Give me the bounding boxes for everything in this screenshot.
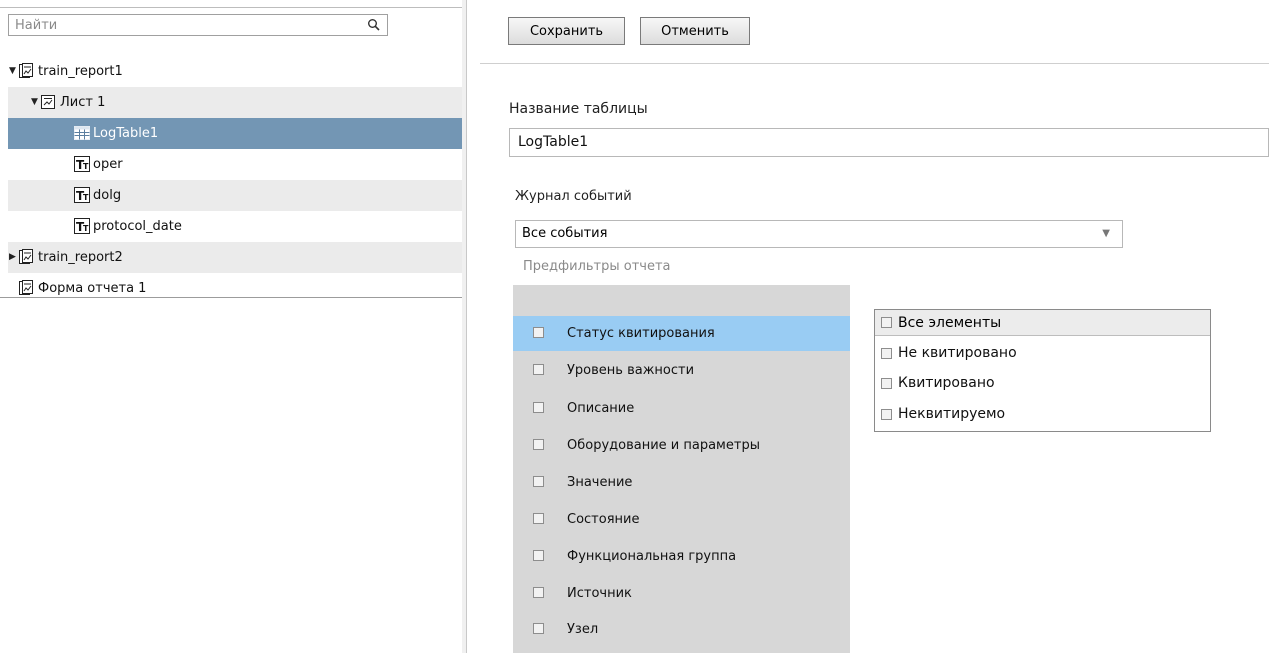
prefilters-label: Предфильтры отчета (523, 259, 671, 274)
filter-item-node[interactable]: Узел (513, 612, 850, 647)
filter-values-list: Все элементы Не квитировано Квитировано … (874, 309, 1211, 432)
svg-text:T: T (83, 224, 89, 233)
checkbox[interactable] (881, 378, 892, 389)
checkbox[interactable] (533, 364, 544, 375)
tree-item-label: Лист 1 (60, 95, 106, 110)
report-icon (19, 280, 33, 295)
filter-item-functional-group[interactable]: Функциональная группа (513, 539, 850, 574)
checkbox[interactable] (533, 476, 544, 487)
table-icon (74, 126, 90, 140)
checkbox[interactable] (533, 402, 544, 413)
cancel-button[interactable]: Отменить (640, 17, 750, 45)
tree-item-label: train_report2 (38, 250, 123, 265)
event-log-label: Журнал событий (515, 189, 632, 204)
tree-item-label: oper (93, 157, 123, 172)
search-icon[interactable] (367, 18, 381, 32)
checkbox[interactable] (533, 439, 544, 450)
table-name-label: Название таблицы (509, 101, 648, 117)
filter-item-label: Состояние (567, 512, 640, 527)
checkbox[interactable] (881, 317, 892, 328)
text-field-icon: T T (74, 218, 90, 234)
checkbox[interactable] (533, 587, 544, 598)
tree-item-oper[interactable]: T T oper (8, 149, 462, 180)
chevron-down-icon[interactable]: ▼ (1102, 221, 1110, 247)
tree-item-sheet1[interactable]: ▼ Лист 1 (8, 87, 462, 118)
report-tree: ▼ train_report1 ▼ Лист 1 LogTable1 T T o… (8, 56, 462, 304)
filter-item-source[interactable]: Источник (513, 576, 850, 611)
checkbox[interactable] (533, 513, 544, 524)
search-input[interactable] (9, 15, 355, 35)
filter-item-ack-status[interactable]: Статус квитирования (513, 316, 850, 351)
checkbox[interactable] (533, 550, 544, 561)
value-item-label: Неквитируемо (898, 406, 1006, 422)
filter-item-label: Уровень важности (567, 363, 695, 378)
checkbox[interactable] (881, 409, 892, 420)
report-icon (19, 249, 33, 264)
filter-item-equipment[interactable]: Оборудование и параметры (513, 428, 850, 463)
checkbox[interactable] (881, 348, 892, 359)
tree-item-report-form1[interactable]: Форма отчета 1 (8, 273, 462, 304)
checkbox[interactable] (533, 623, 544, 634)
filter-item-severity[interactable]: Уровень важности (513, 353, 850, 388)
event-log-value: Все события (522, 226, 608, 241)
text-field-icon: T T (74, 156, 90, 172)
tree-item-label: LogTable1 (93, 126, 159, 141)
tree-item-train-report1[interactable]: ▼ train_report1 (8, 56, 462, 87)
value-item-label: Не квитировано (898, 345, 1017, 361)
save-button[interactable]: Сохранить (508, 17, 625, 45)
tree-item-logtable1[interactable]: LogTable1 (8, 118, 462, 149)
prefilter-list: Статус квитирования Уровень важности Опи… (513, 285, 850, 653)
checkbox[interactable] (533, 327, 544, 338)
report-icon (19, 63, 33, 78)
filter-item-label: Источник (567, 586, 632, 601)
divider (480, 63, 1269, 64)
text-field-icon: T T (74, 187, 90, 203)
event-log-select[interactable]: Все события ▼ (515, 220, 1123, 248)
filter-item-label: Функциональная группа (567, 549, 737, 564)
filter-item-state[interactable]: Состояние (513, 502, 850, 537)
tree-item-dolg[interactable]: T T dolg (8, 180, 462, 211)
filter-item-description[interactable]: Описание (513, 391, 850, 426)
filter-item-value[interactable]: Значение (513, 465, 850, 500)
filter-item-label: Узел (567, 622, 599, 637)
divider (0, 7, 462, 8)
select-all-row[interactable]: Все элементы (875, 310, 1210, 336)
table-name-field[interactable]: LogTable1 (509, 128, 1269, 157)
filter-item-label: Описание (567, 401, 635, 416)
tree-item-label: Форма отчета 1 (38, 281, 147, 296)
tree-item-label: dolg (93, 188, 122, 203)
select-all-label: Все элементы (898, 315, 1002, 331)
filter-item-label: Оборудование и параметры (567, 438, 760, 453)
sheet-icon (41, 95, 55, 109)
tree-item-label: train_report1 (38, 64, 123, 79)
filter-item-label: Статус квитирования (567, 326, 715, 341)
tree-item-label: protocol_date (93, 219, 182, 234)
svg-text:T: T (83, 193, 89, 202)
svg-text:T: T (83, 162, 89, 171)
properties-panel: Сохранить Отменить Название таблицы LogT… (467, 0, 1269, 653)
filter-item-label: Значение (567, 475, 633, 490)
navigator-panel: ▼ train_report1 ▼ Лист 1 (0, 0, 463, 653)
tree-item-train-report2[interactable]: ▶ train_report2 (8, 242, 462, 273)
value-item-label: Квитировано (898, 375, 995, 391)
search-box[interactable] (8, 14, 388, 36)
divider (0, 297, 462, 298)
tree-item-protocol-date[interactable]: T T protocol_date (8, 211, 462, 242)
